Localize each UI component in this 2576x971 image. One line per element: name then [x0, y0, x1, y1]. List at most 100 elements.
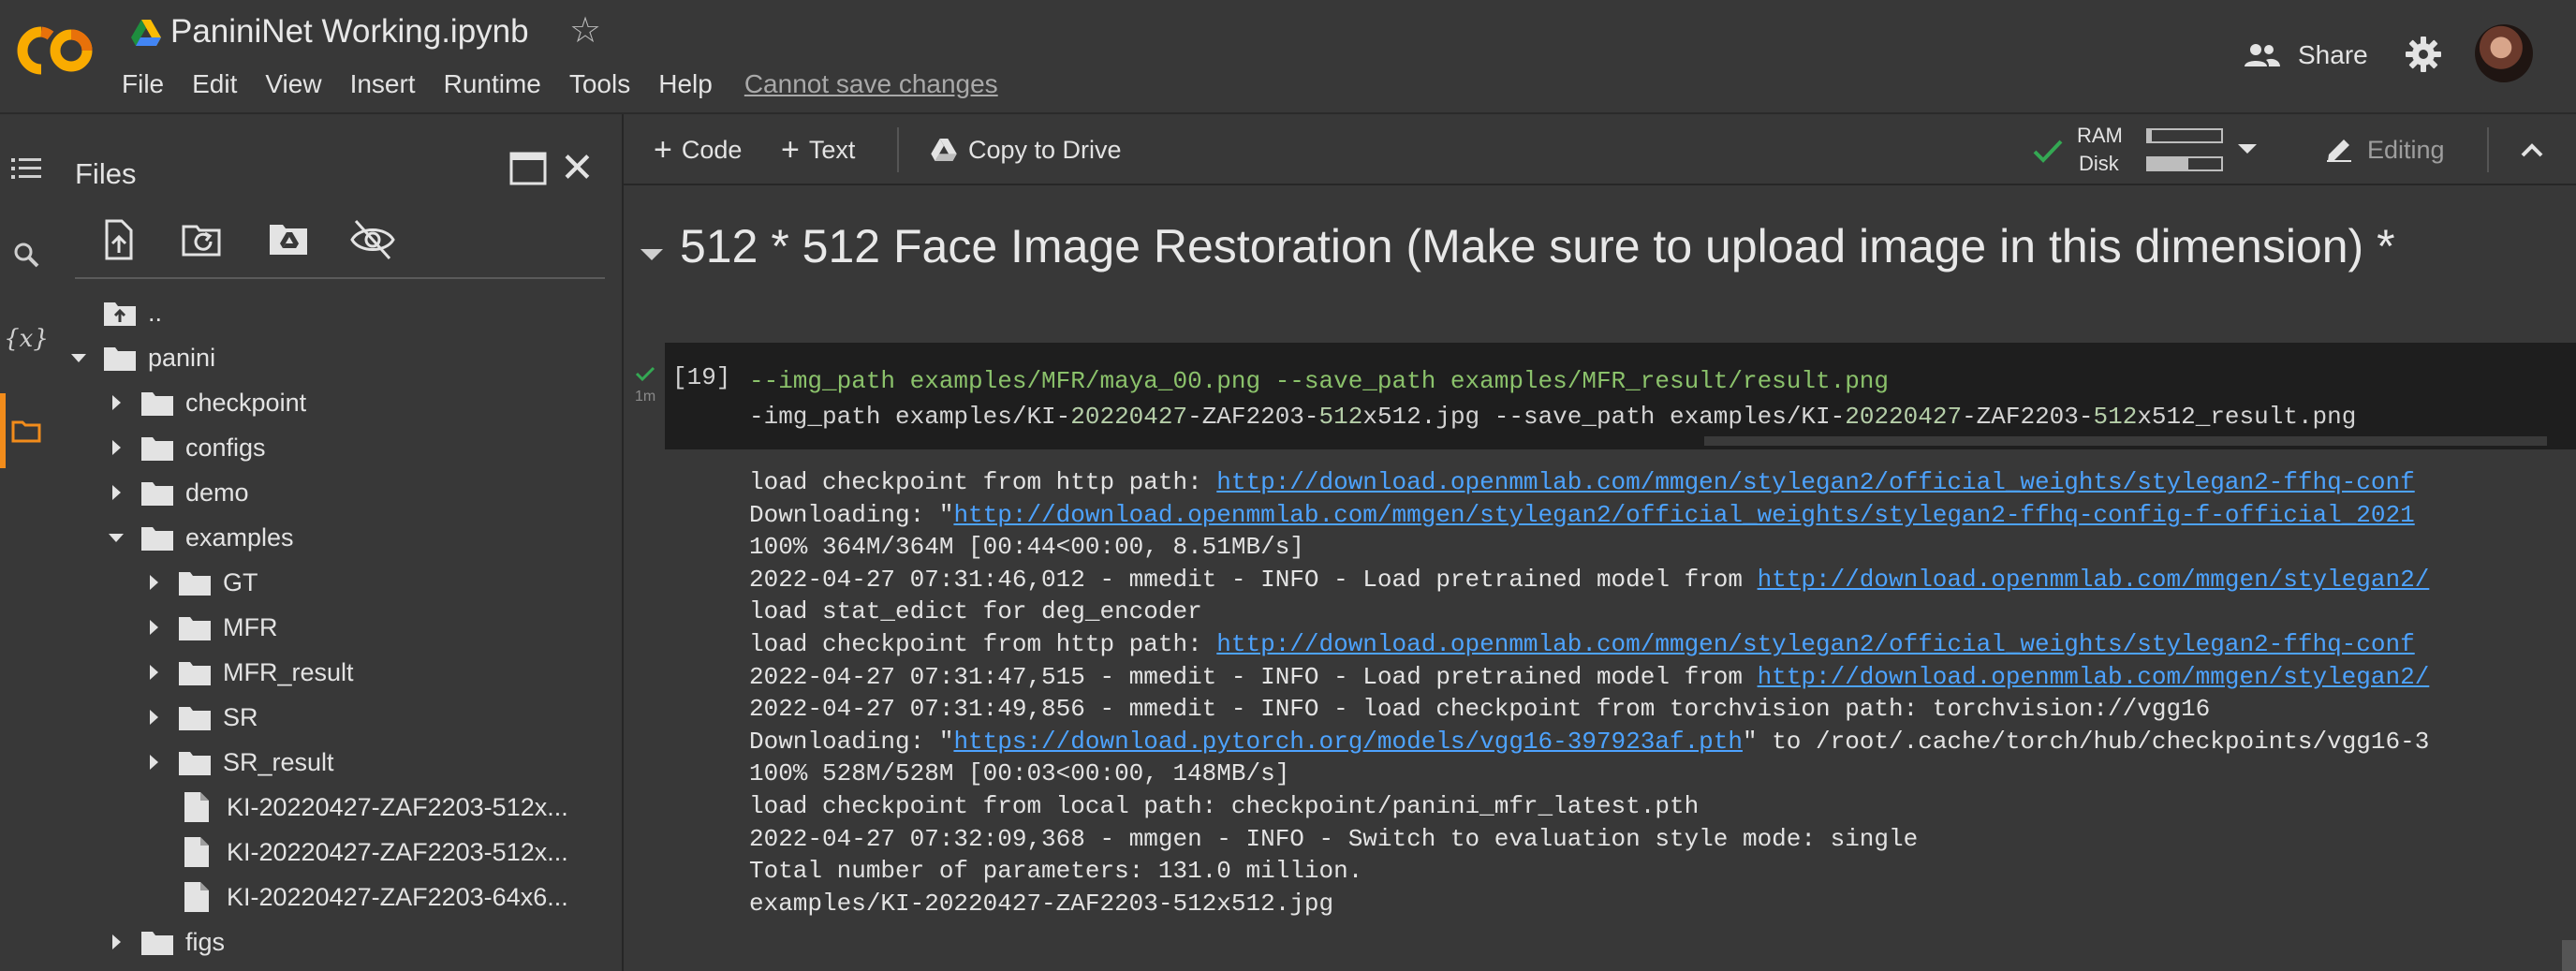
cannot-save-link[interactable]: Cannot save changes: [744, 69, 998, 99]
file-tree-label: SR_result: [223, 747, 334, 776]
open-in-new-window-icon[interactable]: [509, 152, 547, 185]
chevron-right-icon[interactable]: [142, 616, 165, 639]
output-line: load checkpoint from http path: http://d…: [749, 468, 2415, 496]
chevron-right-icon[interactable]: [142, 571, 165, 594]
chevron-right-icon[interactable]: [105, 481, 127, 504]
file-tree-label: configs: [185, 433, 266, 462]
file-tree-file[interactable]: KI-20220427-ZAF2203-64x6...: [178, 875, 568, 920]
output-line: Downloading: "https://download.pytorch.o…: [749, 727, 2430, 756]
editing-mode-button[interactable]: Editing: [2324, 129, 2445, 170]
files-panel: Files ✕ .. panini checkpoint configs demo exa…: [58, 114, 624, 971]
toolbar-separator: [2487, 127, 2489, 172]
file-tree-folder[interactable]: figs: [105, 920, 225, 964]
chevron-right-icon[interactable]: [105, 391, 127, 414]
hide-files-icon[interactable]: [350, 217, 395, 262]
code-cell[interactable]: [19] --img_path examples/MFR/maya_00.png…: [665, 343, 2576, 449]
chevron-right-icon[interactable]: [142, 661, 165, 684]
ram-bar-fill: [2148, 130, 2152, 141]
code-editor[interactable]: --img_path examples/MFR/maya_00.png --sa…: [749, 363, 2356, 434]
file-tree-parent[interactable]: ..: [103, 290, 162, 335]
chevron-down-icon[interactable]: [2238, 142, 2257, 155]
file-tree-label: ..: [148, 298, 163, 327]
chevron-right-icon[interactable]: [142, 706, 165, 728]
file-tree-folder[interactable]: GT: [142, 560, 258, 605]
disk-bar-fill: [2148, 158, 2188, 169]
ram-bar: [2146, 128, 2223, 143]
file-tree-label: SR: [223, 702, 258, 731]
file-tree-folder[interactable]: SR: [142, 695, 258, 740]
file-tree-file[interactable]: KI-20220427-ZAF2203-512x...: [178, 785, 568, 830]
output-link[interactable]: http://download.openmmlab.com/mmgen/styl…: [1216, 630, 2414, 658]
user-avatar[interactable]: [2475, 24, 2533, 82]
files-divider: [75, 277, 605, 279]
output-line: Total number of parameters: 131.0 millio…: [749, 857, 1363, 886]
output-link[interactable]: http://download.openmmlab.com/mmgen/styl…: [953, 501, 2414, 529]
file-tree-folder[interactable]: MFR: [142, 605, 277, 650]
folder-icon: [140, 928, 174, 956]
chevron-down-icon[interactable]: [67, 346, 90, 369]
mount-drive-icon[interactable]: [266, 217, 311, 262]
output-link[interactable]: https://download.pytorch.org/models/vgg1…: [953, 728, 1743, 756]
file-tree-folder[interactable]: examples: [105, 515, 294, 560]
notebook-area: 512 * 512 Face Image Restoration (Make s…: [624, 187, 2576, 971]
variables-icon[interactable]: {x}: [4, 320, 49, 358]
notebook-title[interactable]: PaniniNet Working.ipynb: [170, 13, 529, 51]
file-tree-folder[interactable]: configs: [105, 425, 266, 470]
chevron-right-icon[interactable]: [105, 931, 127, 953]
menu-help[interactable]: Help: [658, 69, 713, 99]
chevron-up-icon[interactable]: [2513, 131, 2551, 169]
output-line: 2022-04-27 07:31:49,856 - mmedit - INFO …: [749, 695, 2211, 724]
file-tree-label: MFR: [223, 612, 278, 641]
search-icon[interactable]: [7, 236, 45, 273]
cell-horizontal-scrollbar[interactable]: [1704, 436, 2547, 446]
output-line: Downloading: "http://download.openmmlab.…: [749, 500, 2415, 529]
file-tree-label: checkpoint: [185, 388, 307, 417]
resource-monitor[interactable]: RAM Disk: [2032, 122, 2257, 178]
check-icon: [2033, 140, 2063, 163]
menu-file[interactable]: File: [122, 69, 164, 99]
share-button[interactable]: Share: [2244, 32, 2368, 79]
file-tree-folder[interactable]: panini: [67, 335, 215, 380]
file-tree-folder[interactable]: demo: [105, 470, 249, 515]
chevron-right-icon[interactable]: [105, 436, 127, 459]
people-icon: [2245, 44, 2280, 66]
file-tree-folder[interactable]: SR_result: [142, 740, 334, 785]
file-tree-folder[interactable]: checkpoint: [105, 380, 306, 425]
upload-file-icon[interactable]: [96, 217, 140, 262]
exec-time: 1m: [635, 389, 656, 405]
output-link[interactable]: http://download.openmmlab.com/mmgen/styl…: [1758, 663, 2430, 691]
output-link[interactable]: http://download.openmmlab.com/mmgen/styl…: [1216, 468, 2414, 496]
cell-output: load checkpoint from http path: http://d…: [749, 466, 2429, 920]
copy-to-drive-button[interactable]: Copy to Drive: [931, 129, 1122, 170]
menu-tools[interactable]: Tools: [569, 69, 630, 99]
file-tree-folder[interactable]: MFR_result: [142, 650, 354, 695]
menu-insert[interactable]: Insert: [350, 69, 416, 99]
chevron-down-icon[interactable]: [105, 526, 127, 549]
menu-view[interactable]: View: [265, 69, 321, 99]
section-collapse-chevron-icon[interactable]: [637, 240, 667, 270]
gear-icon[interactable]: [2405, 36, 2442, 73]
add-code-button[interactable]: + Code: [654, 129, 742, 170]
close-icon[interactable]: ✕: [560, 148, 595, 189]
cell-run-status: 1m: [635, 365, 659, 405]
file-tree-file[interactable]: KI-20220427-ZAF2203-512x...: [178, 830, 568, 875]
files-icon[interactable]: [7, 412, 45, 449]
table-of-contents-icon[interactable]: [7, 150, 45, 187]
file-icon: [184, 881, 210, 913]
notebook-scrollbar[interactable]: [2562, 940, 2576, 971]
colab-logo[interactable]: [13, 22, 97, 79]
files-panel-title: Files: [75, 157, 137, 190]
menu-runtime[interactable]: Runtime: [444, 69, 541, 99]
refresh-icon[interactable]: [180, 217, 225, 262]
left-icon-rail: {x}: [0, 114, 58, 971]
file-tree-label: figs: [185, 927, 226, 956]
folder-icon: [140, 434, 174, 462]
folder-icon: [178, 568, 212, 596]
menu-edit[interactable]: Edit: [192, 69, 237, 99]
add-text-button[interactable]: + Text: [781, 129, 855, 170]
star-icon[interactable]: ☆: [569, 13, 601, 49]
output-link[interactable]: http://download.openmmlab.com/mmgen/styl…: [1758, 566, 2430, 594]
chevron-right-icon[interactable]: [142, 751, 165, 773]
add-code-label: Code: [681, 135, 743, 164]
copy-to-drive-label: Copy to Drive: [968, 135, 1122, 164]
